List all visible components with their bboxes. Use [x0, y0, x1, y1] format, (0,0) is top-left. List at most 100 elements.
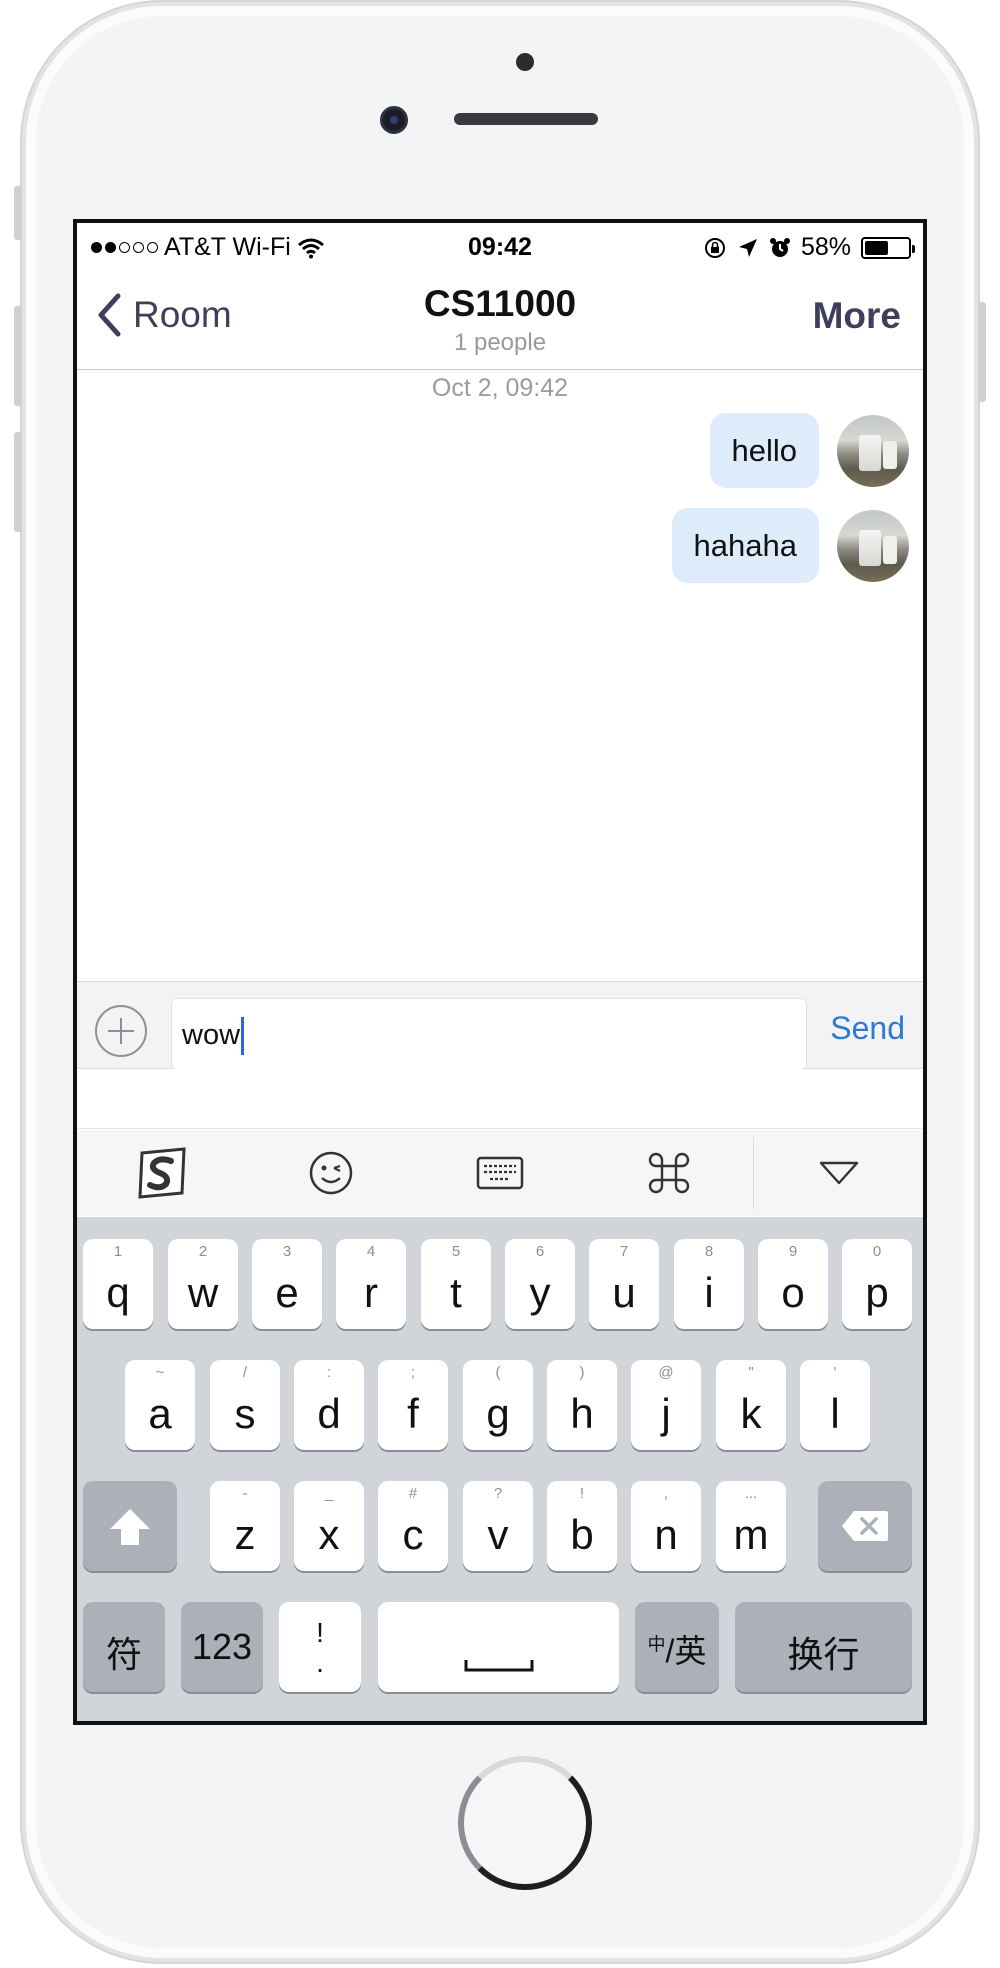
- composer-bar: wow Send: [77, 981, 923, 1070]
- key-a[interactable]: ~ a: [125, 1360, 195, 1450]
- key-label: n: [654, 1511, 678, 1558]
- symbols-key[interactable]: 符: [83, 1602, 165, 1692]
- key-w[interactable]: 2w: [168, 1239, 238, 1329]
- key-hint: :: [326, 1364, 332, 1381]
- key-c[interactable]: # c: [378, 1481, 448, 1571]
- key-i[interactable]: 8i: [674, 1239, 744, 1329]
- key-hint: /: [242, 1364, 248, 1381]
- key-hint: ): [579, 1364, 585, 1381]
- backspace-icon: [842, 1511, 888, 1541]
- key-r[interactable]: 4r: [336, 1239, 406, 1329]
- numbers-key[interactable]: 123: [181, 1602, 263, 1692]
- delete-key[interactable]: [818, 1481, 912, 1571]
- key-b[interactable]: ! b: [547, 1481, 617, 1571]
- message-list[interactable]: Oct 2, 09:42 hello hahaha: [77, 371, 923, 981]
- sogou-logo-button[interactable]: [77, 1130, 246, 1216]
- key-hint: ~: [155, 1364, 165, 1381]
- key-label: c: [402, 1511, 424, 1558]
- key-label: 123: [191, 1626, 253, 1667]
- key-s[interactable]: / s: [210, 1360, 280, 1450]
- message-row: hello: [709, 413, 909, 488]
- key-e[interactable]: 3e: [252, 1239, 322, 1329]
- key-label: e: [275, 1269, 299, 1316]
- space-key[interactable]: [378, 1602, 619, 1692]
- key-hint: 9: [788, 1243, 798, 1260]
- shift-arrow-icon: [110, 1509, 150, 1545]
- avatar[interactable]: [837, 509, 909, 582]
- key-hint: 1: [113, 1243, 123, 1260]
- key-l[interactable]: ' l: [800, 1360, 870, 1450]
- orientation-lock-icon: [704, 237, 725, 258]
- command-button[interactable]: [584, 1130, 753, 1216]
- key-hint: (: [495, 1364, 501, 1381]
- key-hint: 4: [366, 1243, 376, 1260]
- key-g[interactable]: (g: [463, 1360, 533, 1450]
- key-n[interactable]: ,n: [631, 1481, 701, 1571]
- key-t[interactable]: 5t: [421, 1239, 491, 1329]
- add-attachment-icon[interactable]: [95, 1005, 147, 1057]
- key-label: f: [407, 1390, 419, 1437]
- key-j[interactable]: @ j: [631, 1360, 701, 1450]
- key-hint: ;: [410, 1364, 416, 1381]
- key-d[interactable]: :d: [294, 1360, 364, 1450]
- key-hint: 0: [872, 1243, 882, 1260]
- key-label: t: [450, 1269, 462, 1316]
- key-x[interactable]: _ x: [294, 1481, 364, 1571]
- emoji-button[interactable]: [246, 1130, 415, 1216]
- key-label: m: [733, 1511, 769, 1558]
- key-hint: 7: [619, 1243, 629, 1260]
- key-f[interactable]: ; f: [378, 1360, 448, 1450]
- key-hint: ...: [744, 1485, 758, 1502]
- key-label: r: [364, 1269, 378, 1316]
- key-label: j: [661, 1390, 671, 1437]
- key-v[interactable]: ? v: [463, 1481, 533, 1571]
- key-hint: 8: [704, 1243, 714, 1260]
- home-button[interactable]: [458, 1756, 592, 1890]
- key-label: p: [865, 1269, 889, 1316]
- battery-icon: [861, 236, 915, 259]
- key-hint: 6: [535, 1243, 545, 1260]
- key-label: w: [187, 1269, 219, 1316]
- key-label: u: [612, 1269, 636, 1316]
- key-hint: 3: [282, 1243, 292, 1260]
- emoji-icon: [309, 1151, 352, 1195]
- shift-key[interactable]: [83, 1481, 177, 1571]
- key-label: i: [704, 1269, 714, 1316]
- send-button[interactable]: Send: [830, 1010, 905, 1047]
- key-m[interactable]: ... m: [716, 1481, 786, 1571]
- key-label: q: [106, 1269, 130, 1316]
- key-o[interactable]: 9o: [758, 1239, 828, 1329]
- hide-keyboard-button[interactable]: [753, 1137, 923, 1209]
- key-label: k: [740, 1390, 762, 1437]
- key-hint: 5: [451, 1243, 461, 1260]
- key-p[interactable]: 0p: [842, 1239, 912, 1329]
- message-bubble[interactable]: hahaha: [671, 508, 819, 583]
- key-label: y: [529, 1269, 551, 1316]
- space-bar-icon: [464, 1660, 533, 1672]
- volume-up-button: [14, 306, 22, 406]
- key-k[interactable]: " k: [716, 1360, 786, 1450]
- room-title: CS11000: [423, 283, 577, 324]
- keyboard-switch-button[interactable]: [415, 1130, 584, 1216]
- key-y[interactable]: 6y: [505, 1239, 575, 1329]
- key-label: b: [570, 1511, 594, 1558]
- key-label: 中/英: [647, 1633, 707, 1669]
- punctuation-key[interactable]: !.: [279, 1602, 361, 1692]
- key-hint: 2: [198, 1243, 208, 1260]
- more-button[interactable]: More: [813, 295, 901, 337]
- message-bubble[interactable]: hello: [709, 413, 819, 488]
- message-input[interactable]: wow: [171, 998, 807, 1070]
- key-q[interactable]: 1q: [83, 1239, 153, 1329]
- language-toggle-key[interactable]: 中/英: [635, 1602, 719, 1692]
- key-u[interactable]: 7u: [589, 1239, 659, 1329]
- return-key[interactable]: 换行: [735, 1602, 912, 1692]
- key-label: x: [318, 1511, 340, 1558]
- volume-down-button: [14, 432, 22, 532]
- avatar[interactable]: [837, 414, 909, 487]
- key-h[interactable]: ) h: [547, 1360, 617, 1450]
- message-input-text: wow: [182, 1019, 241, 1051]
- key-z[interactable]: -z: [210, 1481, 280, 1571]
- key-label: s: [234, 1390, 256, 1437]
- key-label: d: [317, 1390, 341, 1437]
- battery-percent: 58%: [800, 233, 851, 261]
